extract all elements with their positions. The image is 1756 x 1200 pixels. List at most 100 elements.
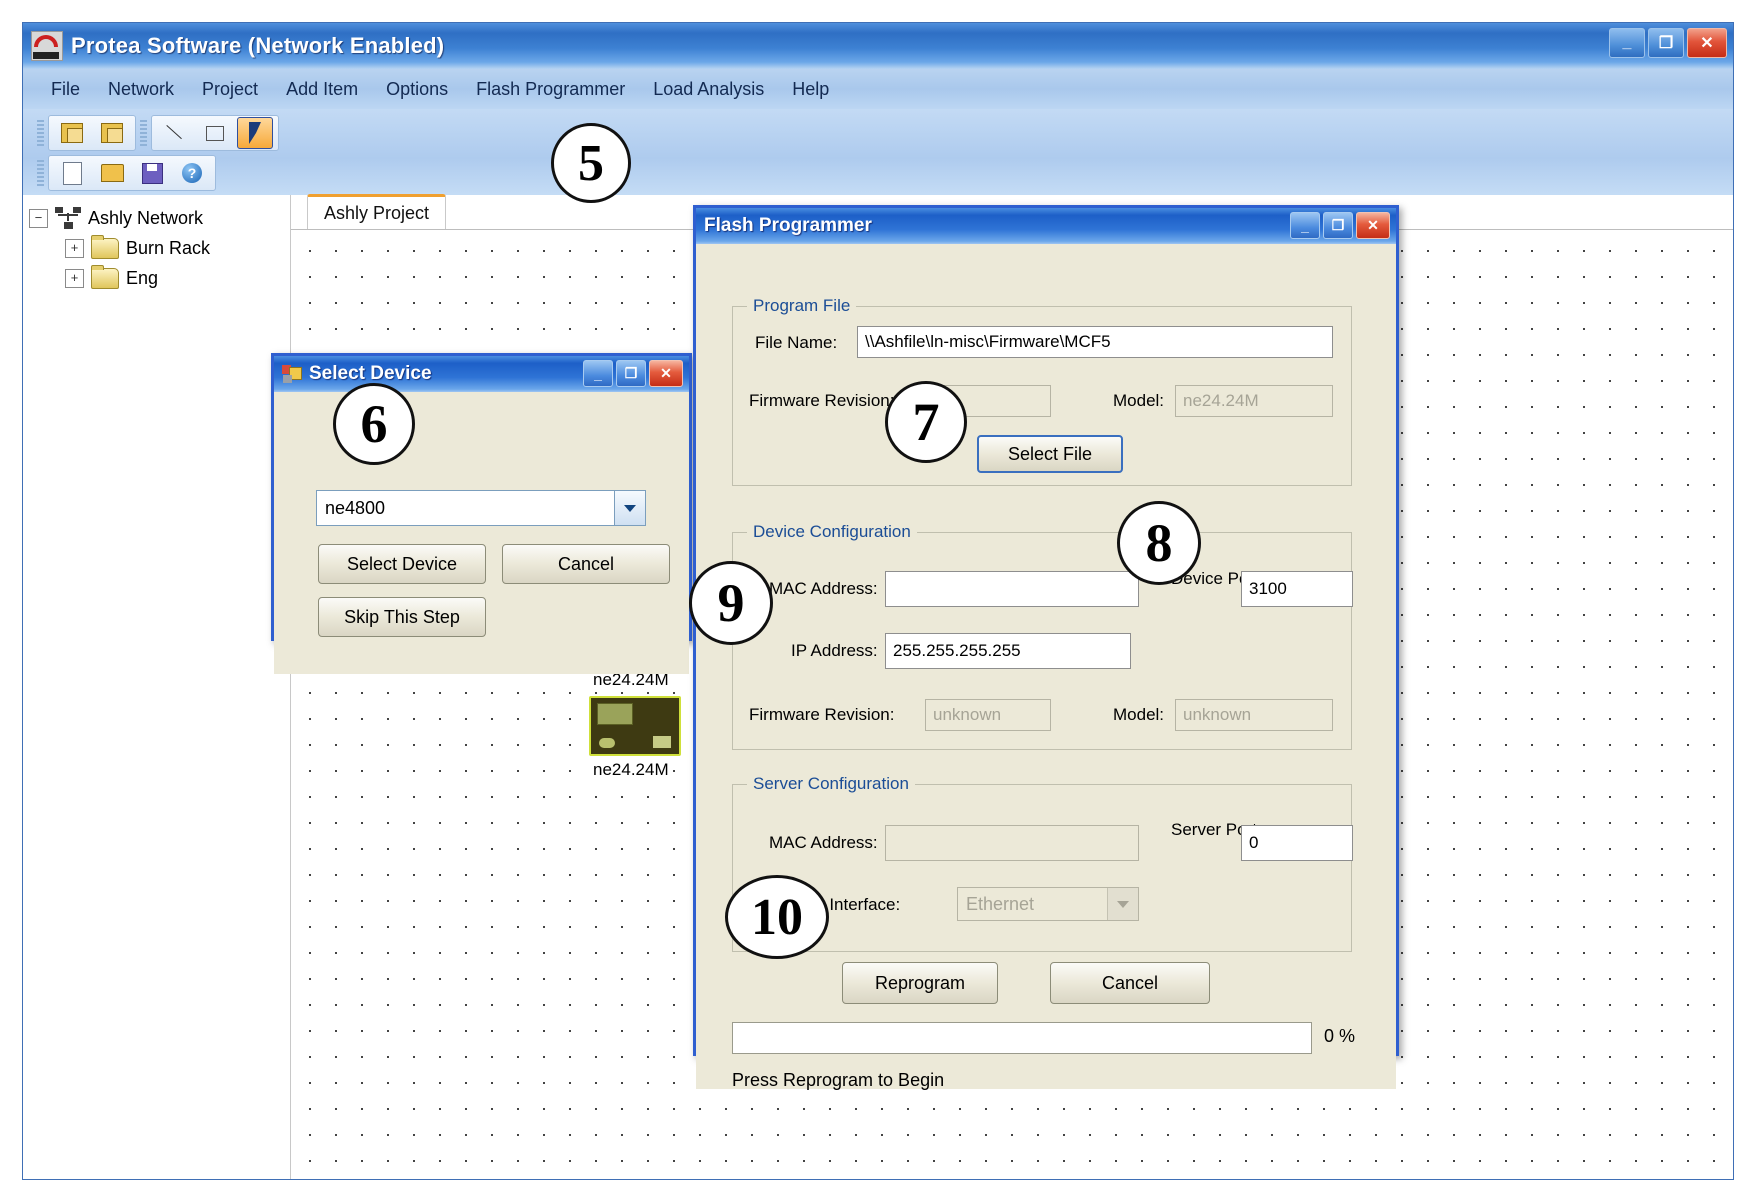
device-model-value: unknown	[1175, 699, 1333, 731]
reprogram-button[interactable]: Reprogram	[842, 962, 998, 1004]
toolbar-group-draw	[151, 115, 279, 151]
device-port-input[interactable]: 3100	[1241, 571, 1353, 607]
menu-item-file[interactable]: File	[37, 75, 94, 104]
menu-item-help[interactable]: Help	[778, 75, 843, 104]
tree-expander-icon[interactable]: +	[65, 269, 84, 288]
flash-cancel-button[interactable]: Cancel	[1050, 962, 1210, 1004]
app-title: Protea Software (Network Enabled)	[71, 33, 444, 59]
tree-item-burn-rack[interactable]: + Burn Rack	[29, 233, 290, 263]
device-select-value: ne4800	[317, 498, 614, 519]
flash-programmer-title-bar: Flash Programmer _ ❐ ✕	[696, 208, 1396, 244]
device-item[interactable]	[589, 696, 681, 756]
download-interface-combo: Ethernet	[957, 887, 1139, 921]
new-file-icon[interactable]	[54, 157, 90, 189]
device-configuration-legend: Device Configuration	[747, 522, 917, 542]
ip-address-label: IP Address:	[791, 641, 878, 661]
tab-ashly-project[interactable]: Ashly Project	[307, 194, 446, 229]
device-mac-input[interactable]	[885, 571, 1139, 607]
chevron-down-icon[interactable]	[614, 491, 645, 525]
tree-item-ashly-network[interactable]: − Ashly Network	[29, 203, 290, 233]
program-file-legend: Program File	[747, 296, 856, 316]
toolbar-row-1	[33, 113, 1733, 153]
paste-icon[interactable]	[94, 117, 130, 149]
select-device-title: Select Device	[309, 363, 432, 385]
pointer-tool-icon[interactable]	[237, 117, 273, 149]
status-text: Press Reprogram to Begin	[732, 1070, 944, 1091]
toolbar-row-2: ?	[33, 153, 1733, 193]
flash-window-controls: _ ❐ ✕	[1290, 212, 1390, 239]
flash-programmer-title: Flash Programmer	[704, 215, 872, 237]
tree-item-label: Eng	[126, 268, 158, 289]
menu-item-add-item[interactable]: Add Item	[272, 75, 372, 104]
tree-item-label: Burn Rack	[126, 238, 210, 259]
window-controls: _ ❐ ✕	[1609, 28, 1727, 58]
close-button[interactable]: ✕	[1687, 28, 1727, 58]
help-icon[interactable]: ?	[174, 157, 210, 189]
select-device-window-controls: _ ❐ ✕	[583, 360, 683, 387]
program-model-value: ne24.24M	[1175, 385, 1333, 417]
download-interface-value: Ethernet	[958, 894, 1107, 915]
device-select-combo[interactable]: ne4800	[316, 490, 646, 526]
callout-10: 10	[725, 875, 829, 959]
device-configuration-group: Device Configuration MAC Address: Device…	[732, 532, 1352, 750]
select-device-title-bar: Select Device _ ❐ ✕	[274, 356, 689, 392]
select-device-button[interactable]: Select Device	[318, 544, 486, 584]
device-model-label: Model:	[1113, 705, 1164, 725]
callout-8: 8	[1117, 501, 1201, 585]
protea-logo-icon	[31, 31, 63, 61]
toolbar-group-clipboard	[48, 115, 136, 151]
flash-programmer-body: Program File File Name: \\Ashfile\ln-mis…	[696, 244, 1396, 1089]
menu-item-flash-programmer[interactable]: Flash Programmer	[462, 75, 639, 104]
chevron-down-icon	[1107, 888, 1138, 920]
ip-address-input[interactable]: 255.255.255.255	[885, 633, 1131, 669]
menu-item-project[interactable]: Project	[188, 75, 272, 104]
window-app-icon	[282, 365, 302, 383]
toolbar-grip-icon[interactable]	[37, 120, 44, 146]
save-icon[interactable]	[134, 157, 170, 189]
menu-item-load-analysis[interactable]: Load Analysis	[639, 75, 778, 104]
line-tool-icon[interactable]	[157, 117, 193, 149]
minimize-button[interactable]: _	[1609, 28, 1645, 58]
server-mac-input	[885, 825, 1139, 861]
toolbar-group-file: ?	[48, 155, 216, 191]
maximize-button[interactable]: ❐	[616, 360, 646, 387]
tree-item-label: Ashly Network	[88, 208, 203, 229]
server-configuration-legend: Server Configuration	[747, 774, 915, 794]
menu-item-network[interactable]: Network	[94, 75, 188, 104]
minimize-button[interactable]: _	[1290, 212, 1320, 239]
select-device-dialog: Select Device _ ❐ ✕ ne4800 Select Device…	[271, 353, 692, 641]
application-window: Protea Software (Network Enabled) _ ❐ ✕ …	[22, 22, 1734, 1180]
tree-expander-icon[interactable]: +	[65, 239, 84, 258]
tree-item-eng[interactable]: + Eng	[29, 263, 290, 293]
rectangle-tool-icon[interactable]	[197, 117, 233, 149]
device-label: ne24.24M	[591, 760, 671, 780]
device-firmware-revision-value: unknown	[925, 699, 1051, 731]
network-icon	[55, 207, 81, 229]
file-name-input[interactable]: \\Ashfile\ln-misc\Firmware\MCF5	[857, 326, 1333, 358]
callout-7: 7	[885, 381, 967, 463]
open-folder-icon[interactable]	[94, 157, 130, 189]
device-firmware-revision-label: Firmware Revision:	[749, 705, 894, 725]
maximize-button[interactable]: ❐	[1323, 212, 1353, 239]
folder-icon	[91, 238, 119, 259]
skip-this-step-button[interactable]: Skip This Step	[318, 597, 486, 637]
progress-percent-label: 0 %	[1324, 1026, 1355, 1047]
program-firmware-revision-label: Firmware Revision:	[749, 391, 894, 411]
close-button[interactable]: ✕	[649, 360, 683, 387]
toolbar-grip-icon[interactable]	[140, 120, 147, 146]
program-model-label: Model:	[1113, 391, 1164, 411]
copy-icon[interactable]	[54, 117, 90, 149]
menu-item-options[interactable]: Options	[372, 75, 462, 104]
callout-6: 6	[333, 383, 415, 465]
cancel-button[interactable]: Cancel	[502, 544, 670, 584]
tree-expander-icon[interactable]: −	[29, 209, 48, 228]
close-button[interactable]: ✕	[1356, 212, 1390, 239]
minimize-button[interactable]: _	[583, 360, 613, 387]
program-file-group: Program File File Name: \\Ashfile\ln-mis…	[732, 306, 1352, 486]
device-mac-label: MAC Address:	[769, 579, 878, 599]
server-mac-label: MAC Address:	[769, 833, 878, 853]
restore-button[interactable]: ❐	[1648, 28, 1684, 58]
select-file-button[interactable]: Select File	[977, 435, 1123, 473]
server-port-input[interactable]: 0	[1241, 825, 1353, 861]
toolbar-grip-icon[interactable]	[37, 160, 44, 186]
